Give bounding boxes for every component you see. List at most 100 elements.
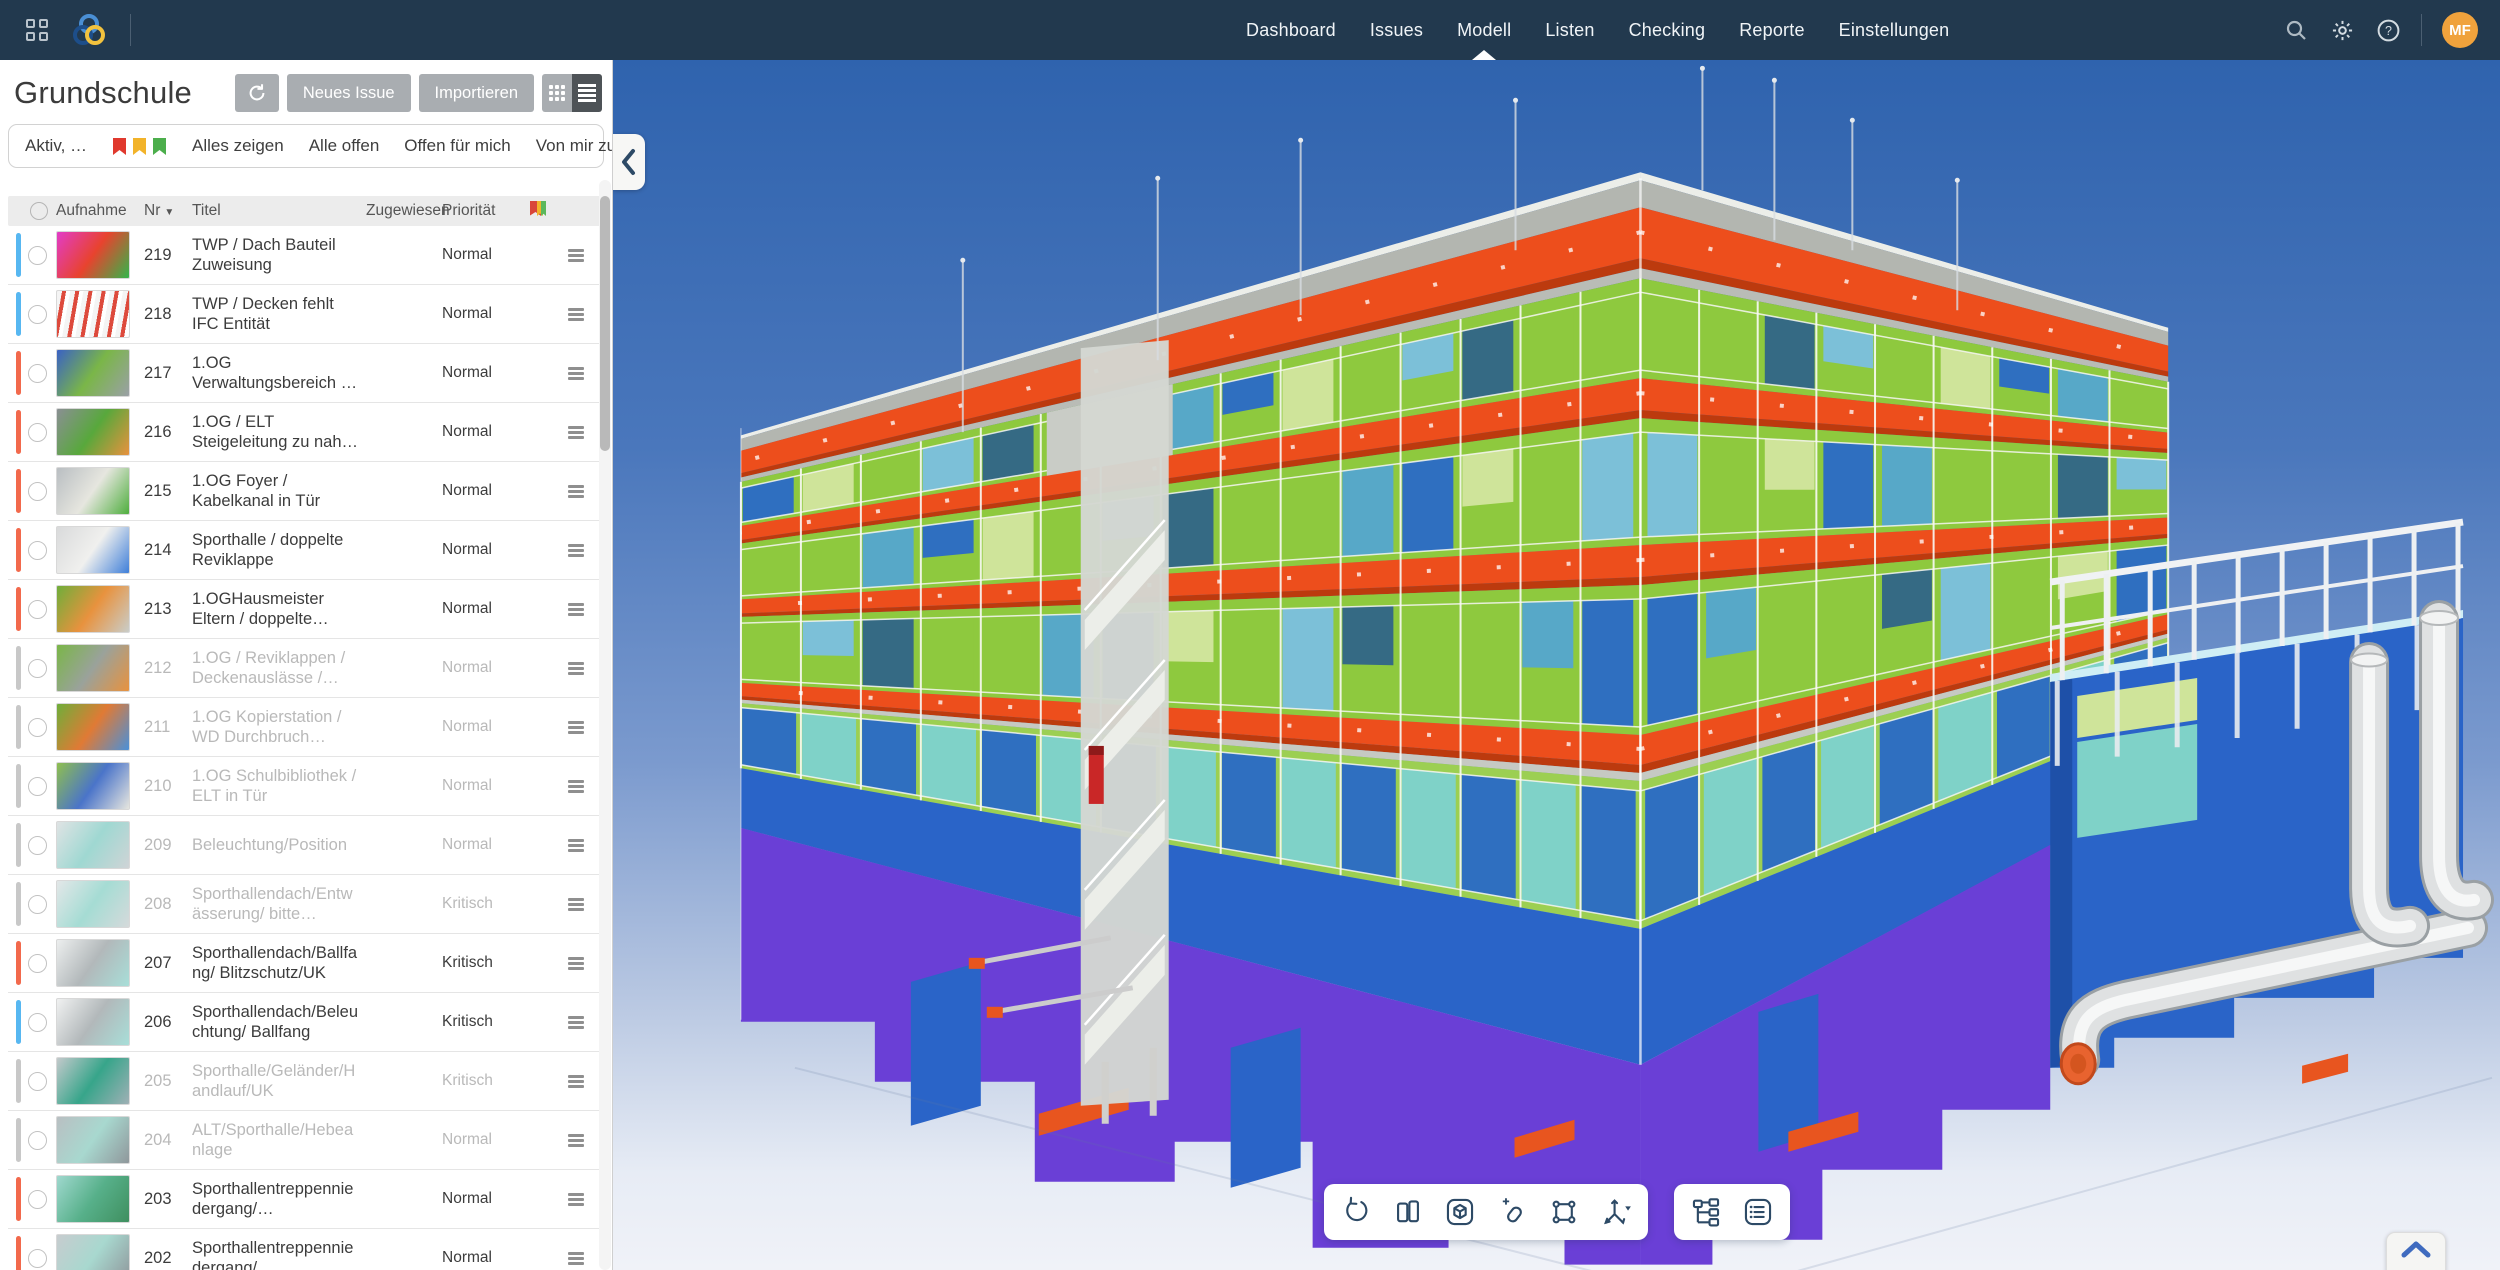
issue-row[interactable]: 206 Sporthallendach/Beleuchtung/ Ballfan… — [8, 993, 604, 1052]
row-checkbox[interactable] — [28, 836, 47, 855]
building-model[interactable] — [613, 60, 2500, 1270]
issue-row[interactable]: 208 Sporthallendach/Entwässerung/ bitte … — [8, 875, 604, 934]
issue-row[interactable]: 205 Sporthalle/Geländer/Handlauf/UK Krit… — [8, 1052, 604, 1111]
row-checkbox[interactable] — [28, 600, 47, 619]
issue-thumbnail[interactable] — [56, 762, 130, 810]
help-icon[interactable]: ? — [2375, 17, 2401, 43]
row-checkbox[interactable] — [28, 1131, 47, 1150]
refresh-button[interactable] — [235, 74, 279, 112]
issue-thumbnail[interactable] — [56, 821, 130, 869]
import-button[interactable]: Importieren — [419, 74, 534, 112]
flag-green-icon[interactable] — [152, 137, 167, 156]
col-nr[interactable]: Nr▼ — [144, 202, 192, 220]
row-menu-icon[interactable] — [568, 249, 584, 262]
bimcollab-logo-icon[interactable] — [70, 11, 108, 49]
row-checkbox[interactable] — [28, 1013, 47, 1032]
nav-item-dashboard[interactable]: Dashboard — [1246, 0, 1336, 60]
issue-row[interactable]: 218 TWP / Decken fehlt IFC Entität Norma… — [8, 285, 604, 344]
row-menu-icon[interactable] — [568, 426, 584, 439]
nav-item-issues[interactable]: Issues — [1370, 0, 1423, 60]
select-all-checkbox[interactable] — [30, 202, 48, 220]
row-checkbox[interactable] — [28, 364, 47, 383]
issue-thumbnail[interactable] — [56, 290, 130, 338]
issue-row[interactable]: 212 1.OG / Reviklappen / Deckenauslässe … — [8, 639, 604, 698]
issue-row[interactable]: 202 Sporthallentreppenniedergang/ Notbel… — [8, 1229, 604, 1270]
flag-yellow-icon[interactable] — [132, 137, 147, 156]
issue-thumbnail[interactable] — [56, 1057, 130, 1105]
split-view-icon[interactable] — [1386, 1190, 1430, 1234]
sidebar-collapse-button[interactable] — [613, 134, 645, 190]
issue-thumbnail[interactable] — [56, 998, 130, 1046]
properties-list-icon[interactable] — [1736, 1190, 1780, 1234]
row-checkbox[interactable] — [28, 482, 47, 501]
filter-alle-offen[interactable]: Alle offen — [309, 136, 380, 156]
issue-thumbnail[interactable] — [56, 703, 130, 751]
row-menu-icon[interactable] — [568, 780, 584, 793]
row-menu-icon[interactable] — [568, 898, 584, 911]
row-menu-icon[interactable] — [568, 721, 584, 734]
row-menu-icon[interactable] — [568, 1075, 584, 1088]
row-menu-icon[interactable] — [568, 1193, 584, 1206]
new-issue-button[interactable]: Neues Issue — [287, 74, 411, 112]
col-zugewiesen[interactable]: Zugewiesen — [366, 202, 442, 220]
issue-thumbnail[interactable] — [56, 408, 130, 456]
flag-red-icon[interactable] — [112, 137, 127, 156]
row-menu-icon[interactable] — [568, 839, 584, 852]
issue-row[interactable]: 217 1.OG Verwaltungsbereich / Schallscho… — [8, 344, 604, 403]
issue-row[interactable]: 215 1.OG Foyer / Kabelkanal in Tür Norma… — [8, 462, 604, 521]
row-checkbox[interactable] — [28, 1072, 47, 1091]
issue-thumbnail[interactable] — [56, 231, 130, 279]
issue-row[interactable]: 207 Sporthallendach/Ballfang/ Blitzschut… — [8, 934, 604, 993]
issue-row[interactable]: 210 1.OG Schulbibliothek / ELT in Tür No… — [8, 757, 604, 816]
model-tree-icon[interactable] — [1684, 1190, 1728, 1234]
issue-row[interactable]: 216 1.OG / ELT Steigeleitung zu nah an T… — [8, 403, 604, 462]
markup-eraser-icon[interactable] — [1490, 1190, 1534, 1234]
filter-alles-zeigen[interactable]: Alles zeigen — [192, 136, 284, 156]
issue-row[interactable]: 204 ALT/Sporthalle/Hebeanlage Normal — [8, 1111, 604, 1170]
search-icon[interactable] — [2283, 17, 2309, 43]
row-checkbox[interactable] — [28, 659, 47, 678]
issue-thumbnail[interactable] — [56, 349, 130, 397]
model-viewport[interactable] — [613, 60, 2500, 1270]
row-checkbox[interactable] — [28, 1249, 47, 1268]
issue-thumbnail[interactable] — [56, 644, 130, 692]
grid-view-icon[interactable] — [542, 74, 572, 112]
reset-view-icon[interactable] — [1334, 1190, 1378, 1234]
issue-thumbnail[interactable] — [56, 1175, 130, 1223]
row-menu-icon[interactable] — [568, 544, 584, 557]
row-checkbox[interactable] — [28, 246, 47, 265]
row-menu-icon[interactable] — [568, 603, 584, 616]
issue-thumbnail[interactable] — [56, 526, 130, 574]
row-checkbox[interactable] — [28, 305, 47, 324]
row-menu-icon[interactable] — [568, 957, 584, 970]
row-menu-icon[interactable] — [568, 1016, 584, 1029]
row-menu-icon[interactable] — [568, 662, 584, 675]
section-axes-icon[interactable] — [1594, 1190, 1638, 1234]
issue-thumbnail[interactable] — [56, 880, 130, 928]
nav-item-reporte[interactable]: Reporte — [1739, 0, 1804, 60]
issue-thumbnail[interactable] — [56, 1234, 130, 1270]
3d-home-view-icon[interactable] — [1438, 1190, 1482, 1234]
row-menu-icon[interactable] — [568, 367, 584, 380]
issue-thumbnail[interactable] — [56, 467, 130, 515]
bottom-panel-expand-button[interactable] — [2386, 1232, 2446, 1270]
row-checkbox[interactable] — [28, 423, 47, 442]
row-checkbox[interactable] — [28, 718, 47, 737]
app-grid-icon[interactable] — [26, 19, 48, 41]
row-menu-icon[interactable] — [568, 308, 584, 321]
issue-thumbnail[interactable] — [56, 1116, 130, 1164]
row-checkbox[interactable] — [28, 954, 47, 973]
issue-row[interactable]: 219 TWP / Dach Bauteil Zuweisung Normal — [8, 226, 604, 285]
row-checkbox[interactable] — [28, 541, 47, 560]
filter-offen-fuer-mich[interactable]: Offen für mich — [404, 136, 510, 156]
select-area-icon[interactable] — [1542, 1190, 1586, 1234]
user-avatar[interactable]: MF — [2442, 12, 2478, 48]
row-menu-icon[interactable] — [568, 1252, 584, 1265]
nav-item-listen[interactable]: Listen — [1545, 0, 1594, 60]
sidebar-scrollbar-thumb[interactable] — [600, 196, 610, 451]
col-flags-icon[interactable] — [528, 198, 568, 225]
col-prioritaet[interactable]: Priorität — [442, 202, 528, 220]
issue-row[interactable]: 209 Beleuchtung/Position Normal — [8, 816, 604, 875]
list-view-icon[interactable] — [572, 74, 602, 112]
nav-item-checking[interactable]: Checking — [1629, 0, 1706, 60]
